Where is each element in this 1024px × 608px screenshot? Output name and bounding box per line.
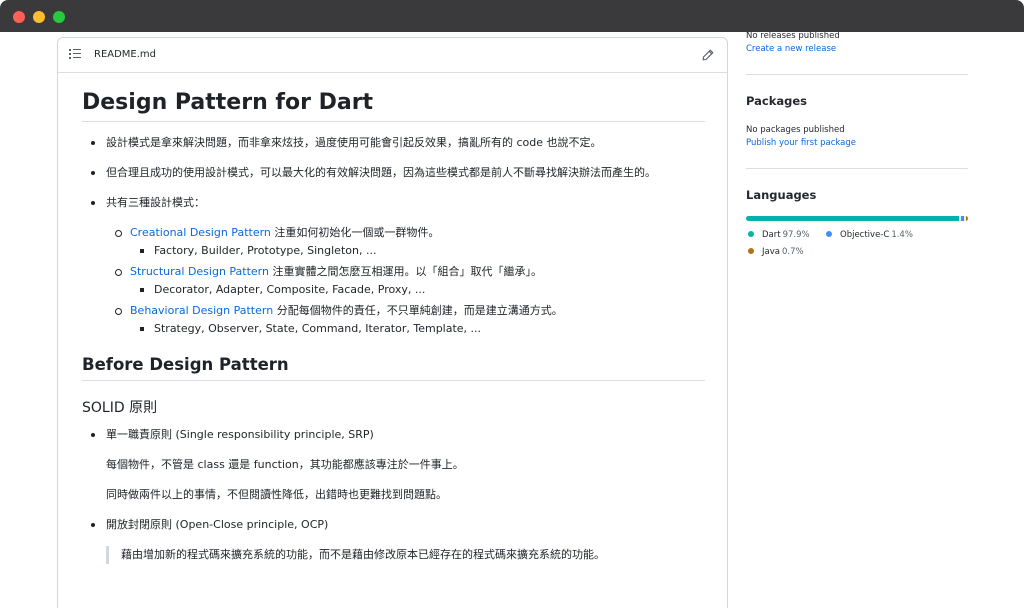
language-name: Dart xyxy=(762,230,781,240)
pattern-type-item: Structural Design Pattern 注重實體之間怎麼互相運用。以… xyxy=(82,263,705,299)
sidebar-divider xyxy=(746,74,968,75)
pattern-type-item: Creational Design Pattern 注重如何初始化一個或一群物件… xyxy=(82,224,705,260)
language-name: Objective-C xyxy=(840,230,890,240)
readme-content: Design Pattern for Dart 設計模式是拿來解決問題，而非拿來… xyxy=(82,89,705,564)
minimize-window-button[interactable] xyxy=(33,11,45,23)
languages-heading: Languages xyxy=(746,188,817,202)
section-heading-before-design-pattern: Before Design Pattern xyxy=(82,354,705,381)
srp-paragraph: 同時做兩件以上的事情，不但閱讀性降低，出錯時也更難找到問題點。 xyxy=(106,488,447,501)
language-percent: 1.4% xyxy=(891,230,913,240)
readme-panel: README.md Design Pattern for Dart 設計模式是拿… xyxy=(57,37,728,608)
language-percent: 0.7% xyxy=(781,247,804,257)
creational-pattern-link[interactable]: Creational Design Pattern xyxy=(130,226,271,239)
language-bar-segment[interactable] xyxy=(961,216,965,221)
section-heading-solid: SOLID 原則 xyxy=(82,400,158,416)
readme-title: Design Pattern for Dart xyxy=(82,89,705,122)
language-bar-segment[interactable] xyxy=(746,216,960,221)
close-window-button[interactable] xyxy=(13,11,25,23)
ocp-blockquote: 藉由增加新的程式碼來擴充系統的功能，而不是藉由修改原本已經存在的程式碼來擴充系統… xyxy=(106,546,705,564)
language-color-dot xyxy=(748,231,754,237)
behavioral-pattern-link[interactable]: Behavioral Design Pattern xyxy=(130,304,273,317)
intro-bullet: 共有三種設計模式： Creational Design Pattern 注重如何… xyxy=(82,194,705,338)
pattern-type-desc: 注重實體之間怎麼互相運用。以「組合」取代「繼承」。 xyxy=(269,265,542,278)
principle-ocp: 開放封閉原則 (Open-Close principle, OCP) xyxy=(82,516,705,534)
readme-header: README.md xyxy=(58,38,727,73)
packages-heading[interactable]: Packages xyxy=(746,94,807,108)
pattern-type-desc: 分配每個物件的責任，不只單純創建，而是建立溝通方式。 xyxy=(273,304,563,317)
language-bar-segment[interactable] xyxy=(966,216,968,221)
window-titlebar xyxy=(0,0,1024,32)
language-color-dot xyxy=(826,231,832,237)
principle-srp: 單一職責原則 (Single responsibility principle,… xyxy=(82,426,705,444)
publish-package-link[interactable]: Publish your first package xyxy=(746,136,856,150)
language-item-java[interactable]: Java 0.7% xyxy=(748,246,804,258)
language-color-dot xyxy=(748,248,754,254)
pattern-types-heading: 共有三種設計模式： xyxy=(106,196,205,209)
pattern-examples: Factory, Builder, Prototype, Singleton, … xyxy=(82,242,705,260)
intro-bullet: 但合理且成功的使用設計模式，可以最大化的有效解決問題，因為這些模式都是前人不斷尋… xyxy=(82,164,705,182)
language-item-objective-c[interactable]: Objective-C 1.4% xyxy=(826,229,913,241)
language-item-dart[interactable]: Dart 97.9% xyxy=(748,229,810,241)
releases-status: No releases published xyxy=(746,32,840,41)
pattern-examples: Decorator, Adapter, Composite, Facade, P… xyxy=(82,281,705,299)
srp-paragraph: 每個物件，不管是 class 還是 function，其功能都應該專注於一件事上… xyxy=(106,458,464,471)
list-icon[interactable] xyxy=(69,49,81,59)
language-name: Java xyxy=(762,247,780,257)
sidebar-divider xyxy=(746,168,968,169)
pattern-examples: Strategy, Observer, State, Command, Iter… xyxy=(82,320,705,338)
intro-bullet: 設計模式是拿來解決問題，而非拿來炫技，過度使用可能會引起反效果，搞亂所有的 co… xyxy=(82,134,705,152)
pencil-icon[interactable] xyxy=(702,49,714,61)
maximize-window-button[interactable] xyxy=(53,11,65,23)
pattern-type-desc: 注重如何初始化一個或一群物件。 xyxy=(270,226,440,239)
languages-bar xyxy=(746,216,968,221)
structural-pattern-link[interactable]: Structural Design Pattern xyxy=(130,265,269,278)
packages-status: No packages published xyxy=(746,125,845,135)
readme-filename[interactable]: README.md xyxy=(94,49,156,60)
repository-page: README.md Design Pattern for Dart 設計模式是拿… xyxy=(0,32,1024,608)
pattern-type-item: Behavioral Design Pattern 分配每個物件的責任，不只單純… xyxy=(82,302,705,338)
create-release-link[interactable]: Create a new release xyxy=(746,42,836,56)
language-percent: 97.9% xyxy=(782,230,810,240)
